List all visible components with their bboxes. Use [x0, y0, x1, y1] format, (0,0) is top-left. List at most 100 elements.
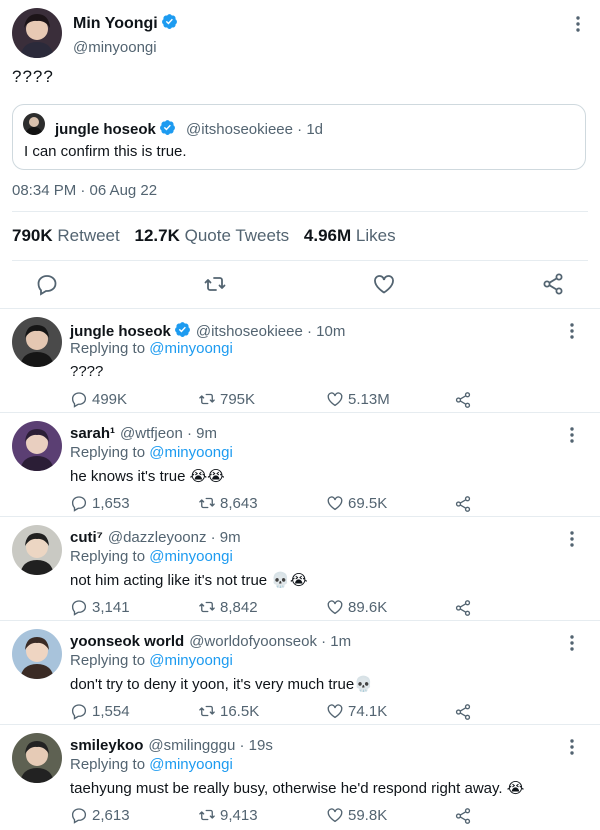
quoted-author-avatar: [23, 113, 45, 135]
like-label[interactable]: Likes: [356, 226, 396, 245]
reply-avatar[interactable]: [12, 733, 62, 783]
reply-avatar[interactable]: [12, 629, 62, 679]
reply-count-value: 3,141: [92, 599, 130, 616]
reply-text: taehyung must be really busy, otherwise …: [70, 780, 525, 797]
reply-avatar[interactable]: [12, 525, 62, 575]
reply-author-name[interactable]: sarah¹: [70, 425, 115, 442]
retweet-count-value: 795K: [220, 391, 256, 408]
quoted-tweet[interactable]: jungle hoseok @itshoseokieee · 1d I can …: [12, 104, 586, 170]
divider: [12, 211, 588, 212]
quoted-author-name: jungle hoseok: [55, 121, 156, 138]
mention-link[interactable]: @minyoongi: [149, 340, 233, 357]
retweet-count[interactable]: 9,413: [198, 806, 258, 824]
reply-handle-time[interactable]: @smilingggu · 19s: [148, 737, 272, 754]
mention-link[interactable]: @minyoongi: [149, 756, 233, 773]
retweet-label[interactable]: Retweet: [57, 226, 119, 245]
reply-author-name[interactable]: jungle hoseok: [70, 323, 171, 340]
like-icon: [327, 808, 343, 823]
reply-icon: [71, 808, 87, 824]
like-count-value: 74.1K: [348, 703, 388, 720]
quoted-header: jungle hoseok @itshoseokieee · 1d: [55, 119, 323, 138]
reply-handle-time[interactable]: @worldofyoonseok · 1m: [189, 633, 351, 650]
retweet-icon[interactable]: [203, 272, 227, 296]
author-avatar[interactable]: [12, 8, 62, 58]
like-icon[interactable]: [372, 272, 396, 296]
reply-count[interactable]: 2,613: [70, 806, 130, 824]
author-handle[interactable]: @minyoongi: [73, 39, 157, 56]
more-icon[interactable]: [562, 737, 582, 757]
reply-author-name[interactable]: smileykoo: [70, 737, 143, 754]
like-count[interactable]: 89.6K: [326, 598, 387, 616]
reply-icon: [71, 600, 87, 616]
reply-tweet[interactable]: sarah¹ @wtfjeon · 9m Replying to @minyoong…: [0, 412, 600, 516]
reply-tweet[interactable]: jungle hoseok @itshoseokieee · 10m Replyin…: [0, 308, 600, 412]
like-count[interactable]: 69.5K: [326, 494, 387, 512]
mention-link[interactable]: @minyoongi: [149, 652, 233, 669]
verified-badge-icon: [161, 14, 177, 29]
reply-header: yoonseok world @worldofyoonseok · 1m: [70, 633, 351, 650]
reply-avatar[interactable]: [12, 421, 62, 471]
reply-header: jungle hoseok @itshoseokieee · 10m: [70, 321, 345, 340]
reply-header: smileykoo @smilingggu · 19s: [70, 737, 273, 754]
retweet-icon: [199, 497, 215, 509]
share-icon[interactable]: [541, 272, 565, 296]
tweet-timestamp[interactable]: 08:34 PM · 06 Aug 22: [12, 182, 157, 199]
share-icon[interactable]: [454, 807, 472, 825]
reply-icon: [71, 704, 87, 720]
reply-icon: [71, 392, 87, 408]
reply-count[interactable]: 1,554: [70, 702, 130, 720]
more-icon[interactable]: [562, 425, 582, 445]
reply-handle-time[interactable]: @itshoseokieee · 10m: [196, 323, 345, 340]
like-count[interactable]: 59.8K: [326, 806, 387, 824]
reply-count[interactable]: 1,653: [70, 494, 130, 512]
replying-to: Replying to @minyoongi: [70, 548, 233, 565]
mention-link[interactable]: @minyoongi: [149, 548, 233, 565]
reply-author-name[interactable]: yoonseok world: [70, 633, 184, 650]
more-icon[interactable]: [562, 633, 582, 653]
retweet-icon: [199, 809, 215, 821]
reply-tweet[interactable]: yoonseok world @worldofyoonseok · 1m Reply…: [0, 620, 600, 724]
retweet-count[interactable]: 8,842: [198, 598, 258, 616]
reply-header: sarah¹ @wtfjeon · 9m: [70, 425, 217, 442]
like-count[interactable]: 5.13M: [326, 390, 390, 408]
reply-author-name[interactable]: cuti⁷: [70, 529, 103, 546]
reply-avatar[interactable]: [12, 317, 62, 367]
retweet-count[interactable]: 16.5K: [198, 702, 259, 720]
share-icon[interactable]: [454, 703, 472, 721]
divider: [12, 260, 588, 261]
more-icon[interactable]: [562, 321, 582, 341]
tweet-text: ????: [12, 67, 54, 86]
more-icon[interactable]: [562, 529, 582, 549]
reply-icon[interactable]: [35, 272, 59, 296]
reply-tweet[interactable]: cuti⁷ @dazzleyoonz · 9m Replying to @minyo…: [0, 516, 600, 620]
tweet-stats: 790K Retweet 12.7K Quote Tweets 4.96M Li…: [12, 226, 406, 246]
reply-tweet[interactable]: smileykoo @smilingggu · 19s Replying to @m…: [0, 724, 600, 828]
share-icon[interactable]: [454, 495, 472, 513]
share-icon[interactable]: [454, 391, 472, 409]
reply-handle-time[interactable]: @dazzleyoonz · 9m: [108, 529, 241, 546]
retweet-count[interactable]: 8,643: [198, 494, 258, 512]
share-icon[interactable]: [454, 599, 472, 617]
mention-link[interactable]: @minyoongi: [149, 444, 233, 461]
reply-icon: [71, 496, 87, 512]
like-count[interactable]: 4.96M: [304, 226, 351, 245]
quote-label[interactable]: Quote Tweets: [185, 226, 290, 245]
author-name[interactable]: Min Yoongi: [73, 13, 178, 33]
more-icon[interactable]: [568, 14, 588, 34]
retweet-count[interactable]: 790K: [12, 226, 53, 245]
like-count[interactable]: 74.1K: [326, 702, 387, 720]
quote-count[interactable]: 12.7K: [134, 226, 179, 245]
reply-count[interactable]: 3,141: [70, 598, 130, 616]
retweet-count-value: 8,842: [220, 599, 258, 616]
retweet-icon: [199, 393, 215, 405]
reply-count[interactable]: 499K: [70, 390, 127, 408]
like-count-value: 89.6K: [348, 599, 388, 616]
reply-text: don't try to deny it yoon, it's very muc…: [70, 676, 373, 693]
replying-to: Replying to @minyoongi: [70, 652, 233, 669]
reply-text: ????: [70, 363, 104, 380]
reply-handle-time[interactable]: @wtfjeon · 9m: [120, 425, 217, 442]
replying-to-label: Replying to: [70, 340, 150, 357]
retweet-count[interactable]: 795K: [198, 390, 255, 408]
reply-text: he knows it's true 😭😭: [70, 468, 225, 485]
like-icon: [327, 392, 343, 407]
